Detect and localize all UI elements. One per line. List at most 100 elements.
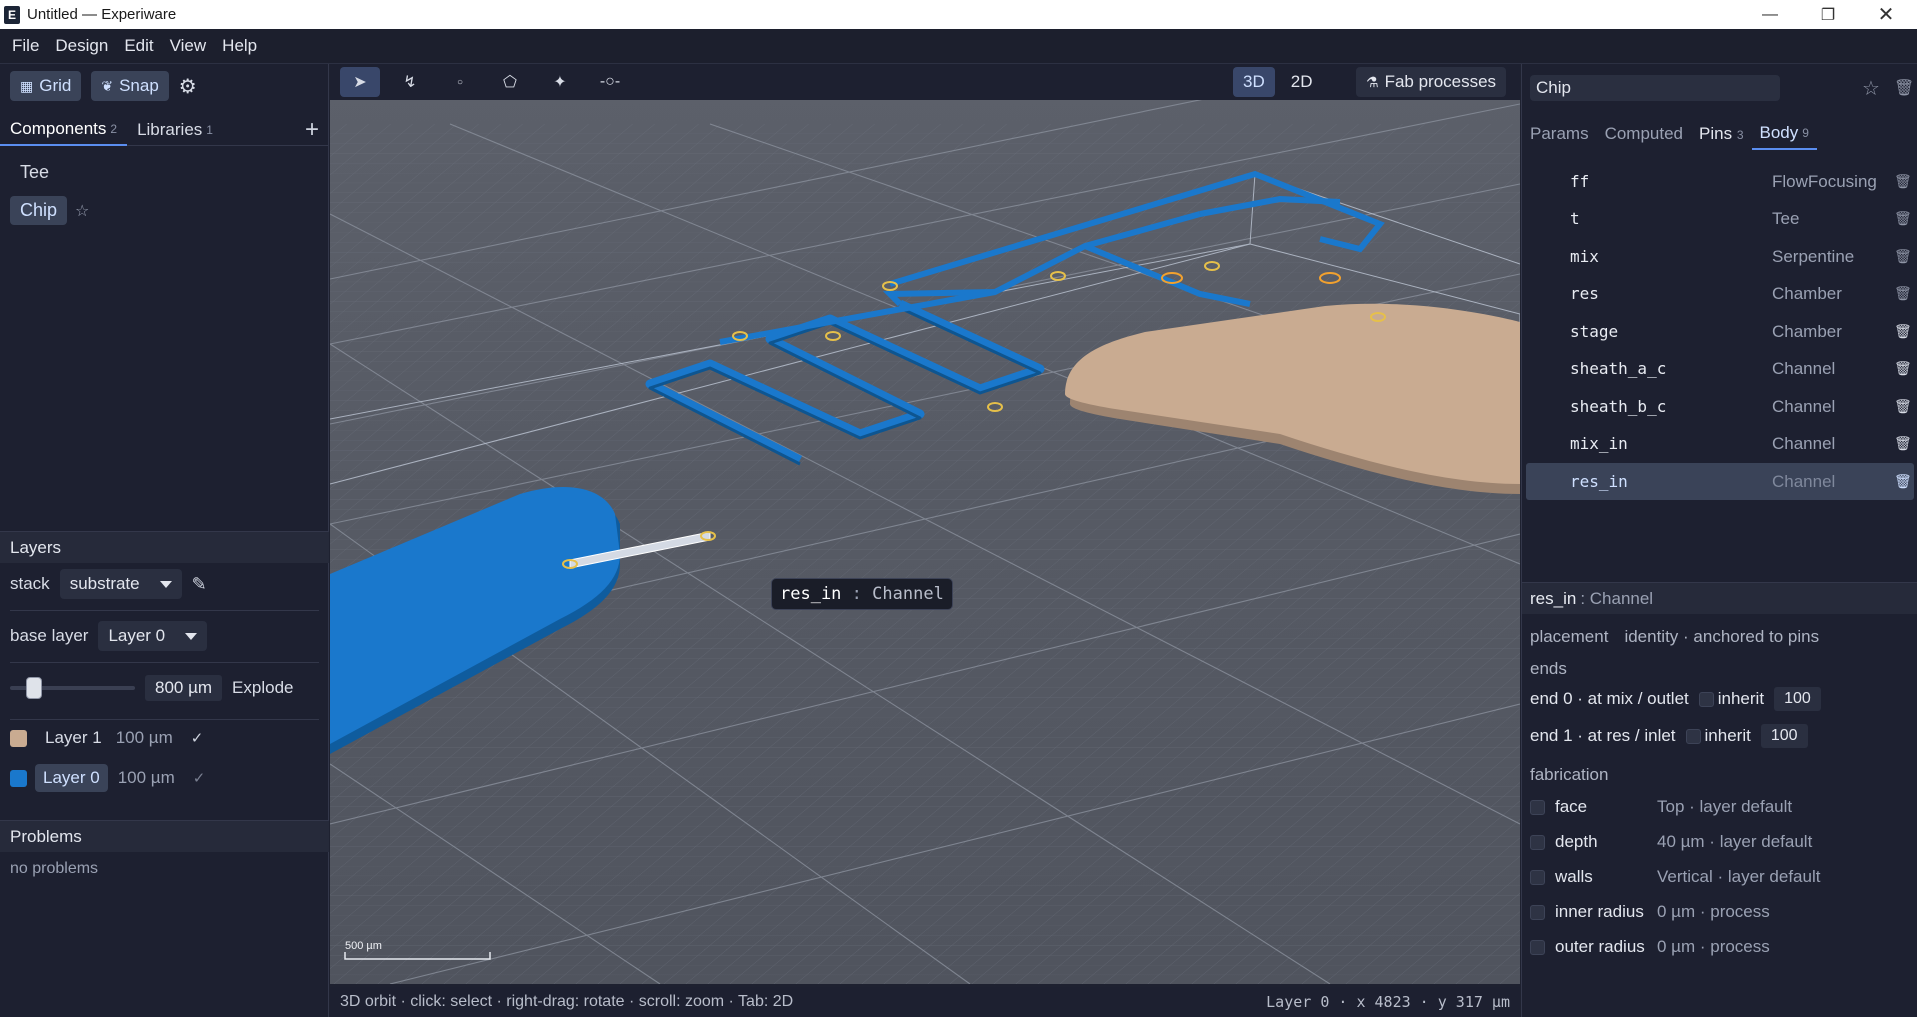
list-item[interactable]: ff FlowFocusing 🗑 bbox=[1526, 163, 1914, 200]
view-2d-button[interactable]: 2D bbox=[1281, 67, 1323, 97]
star-icon[interactable]: ☆ bbox=[1862, 76, 1880, 101]
trash-icon[interactable]: 🗑 bbox=[1894, 78, 1914, 98]
restore-icon[interactable]: ❐ bbox=[1799, 0, 1857, 29]
component-item-chip[interactable]: Chip bbox=[10, 196, 68, 225]
tab-pins[interactable]: Pins 3 bbox=[1691, 124, 1752, 144]
fab-processes-label: Fab processes bbox=[1384, 72, 1497, 91]
tab-body[interactable]: Body 9 bbox=[1751, 118, 1817, 150]
tooltip-name: res_in bbox=[780, 584, 842, 604]
right-panel: Chip ☆ 🗑 Params Computed Pins 3 Body 9 f… bbox=[1521, 64, 1917, 1017]
trash-icon[interactable]: 🗑 bbox=[1894, 249, 1912, 265]
menu-view[interactable]: View bbox=[162, 36, 215, 56]
layer-name: Layer 1 bbox=[45, 728, 102, 747]
trash-icon[interactable]: 🗑 bbox=[1894, 361, 1912, 377]
3d-viewport[interactable]: res_in : Channel 500 µm bbox=[330, 64, 1520, 984]
view-3d-button[interactable]: 3D bbox=[1233, 67, 1275, 97]
menu-file[interactable]: File bbox=[4, 36, 47, 56]
trash-icon[interactable]: 🗑 bbox=[1894, 286, 1912, 302]
tab-computed[interactable]: Computed bbox=[1597, 124, 1691, 144]
component-item-tee[interactable]: Tee bbox=[10, 158, 59, 187]
fab-face-checkbox[interactable] bbox=[1530, 799, 1545, 815]
chevron-down-icon bbox=[159, 580, 172, 588]
visible-check-icon[interactable]: ✓ bbox=[191, 729, 204, 747]
fab-processes-button[interactable]: ⚗ Fab processes bbox=[1356, 67, 1507, 97]
trash-icon[interactable]: 🗑 bbox=[1894, 324, 1912, 340]
tab-body-label: Body bbox=[1759, 123, 1799, 142]
list-item[interactable]: mix_in Channel 🗑 bbox=[1526, 425, 1914, 462]
star-icon[interactable]: ☆ bbox=[75, 201, 89, 221]
chevron-down-icon bbox=[185, 632, 198, 640]
end1-inherit-checkbox[interactable] bbox=[1685, 728, 1701, 744]
list-item[interactable]: sheath_b_c Channel 🗑 bbox=[1526, 388, 1914, 425]
fab-walls-checkbox[interactable] bbox=[1530, 869, 1545, 885]
component-name-input[interactable]: Chip bbox=[1530, 75, 1780, 101]
list-item[interactable]: t Tee 🗑 bbox=[1526, 200, 1914, 237]
window-title: Untitled — Experiware bbox=[27, 6, 177, 23]
tab-components[interactable]: Components 2 bbox=[0, 114, 128, 146]
tab-params[interactable]: Params bbox=[1522, 124, 1597, 144]
tooltip-separator: : bbox=[851, 584, 862, 604]
stack-select[interactable]: substrate bbox=[59, 569, 182, 599]
body-item-type: Chamber bbox=[1772, 321, 1842, 341]
body-item-type: Chamber bbox=[1772, 283, 1842, 303]
shape-tool-button[interactable]: ⬠ bbox=[490, 67, 530, 97]
menu-edit[interactable]: Edit bbox=[116, 36, 161, 56]
trash-icon[interactable]: 🗑 bbox=[1894, 174, 1912, 190]
base-layer-select[interactable]: Layer 0 bbox=[98, 621, 208, 651]
detail-header: res_in : Channel bbox=[1522, 582, 1917, 614]
select-tool-button[interactable]: ➤ bbox=[340, 67, 380, 97]
placement-label: placement bbox=[1530, 627, 1609, 646]
body-item-name: t bbox=[1570, 209, 1580, 228]
scene-canvas[interactable] bbox=[330, 64, 1520, 984]
trash-icon[interactable]: 🗑 bbox=[1894, 474, 1912, 490]
body-item-type: FlowFocusing bbox=[1772, 171, 1877, 191]
pin-tool-button[interactable]: -○- bbox=[590, 67, 630, 97]
close-icon[interactable]: ✕ bbox=[1857, 0, 1915, 29]
snap-toggle-button[interactable]: ❦ Snap bbox=[91, 71, 169, 101]
edit-vertices-tool-button[interactable]: ✦ bbox=[540, 67, 580, 97]
add-icon[interactable]: + bbox=[305, 116, 319, 144]
pin-node-icon: -○- bbox=[599, 73, 621, 90]
minimize-icon[interactable]: — bbox=[1741, 0, 1799, 29]
explode-value-input[interactable]: 800 µm bbox=[145, 675, 223, 701]
body-item-type: Channel bbox=[1772, 471, 1836, 491]
trash-icon[interactable]: 🗑 bbox=[1894, 436, 1912, 452]
grid-icon: ▦ bbox=[20, 77, 34, 94]
tab-libraries[interactable]: Libraries 1 bbox=[127, 114, 223, 146]
tooltip-type: Channel bbox=[872, 584, 944, 604]
fab-row-inner-radius: inner radius 0 µm · process bbox=[1530, 902, 1770, 922]
point-tool-button[interactable]: ○ bbox=[440, 67, 480, 97]
fabrication-label: fabrication bbox=[1530, 765, 1609, 784]
app-logo-icon: E bbox=[4, 5, 20, 24]
list-item[interactable]: res Chamber 🗑 bbox=[1526, 275, 1914, 312]
pencil-icon[interactable]: ✎ bbox=[192, 574, 207, 595]
polygon-icon: ⬠ bbox=[503, 74, 517, 91]
trash-icon[interactable]: 🗑 bbox=[1894, 399, 1912, 415]
end0-inherit-label: inherit bbox=[1717, 689, 1765, 708]
menu-design[interactable]: Design bbox=[47, 36, 116, 56]
visible-check-icon[interactable]: ✓ bbox=[193, 769, 206, 787]
explode-slider[interactable] bbox=[10, 676, 135, 700]
fab-inner-radius-checkbox[interactable] bbox=[1530, 904, 1545, 920]
list-item[interactable]: mix Serpentine 🗑 bbox=[1526, 238, 1914, 275]
layer-row[interactable]: Layer 0 100 µm ✓ bbox=[10, 764, 205, 792]
layer-row[interactable]: Layer 1 100 µm ✓ bbox=[10, 728, 203, 748]
menu-help[interactable]: Help bbox=[214, 36, 265, 56]
layer-color-swatch[interactable] bbox=[10, 729, 27, 747]
explode-slider-handle[interactable] bbox=[26, 677, 42, 699]
list-item-selected[interactable]: res_in Channel 🗑 bbox=[1526, 463, 1914, 500]
end0-value-input[interactable]: 100 bbox=[1774, 687, 1821, 711]
polyline-icon: ↯ bbox=[403, 74, 417, 91]
list-item[interactable]: sheath_a_c Channel 🗑 bbox=[1526, 350, 1914, 387]
list-item[interactable]: stage Chamber 🗑 bbox=[1526, 313, 1914, 350]
fab-outer-radius-checkbox[interactable] bbox=[1530, 939, 1545, 955]
fab-depth-checkbox[interactable] bbox=[1530, 834, 1545, 850]
trash-icon[interactable]: 🗑 bbox=[1894, 211, 1912, 227]
draw-channel-tool-button[interactable]: ↯ bbox=[390, 67, 430, 97]
grid-toggle-button[interactable]: ▦ Grid bbox=[10, 71, 82, 101]
gear-icon[interactable]: ⚙ bbox=[179, 74, 197, 99]
layer-color-swatch[interactable] bbox=[10, 769, 27, 787]
fab-outer-radius-label: outer radius bbox=[1555, 937, 1645, 956]
end1-value-input[interactable]: 100 bbox=[1760, 724, 1808, 748]
end0-inherit-checkbox[interactable] bbox=[1698, 691, 1714, 707]
